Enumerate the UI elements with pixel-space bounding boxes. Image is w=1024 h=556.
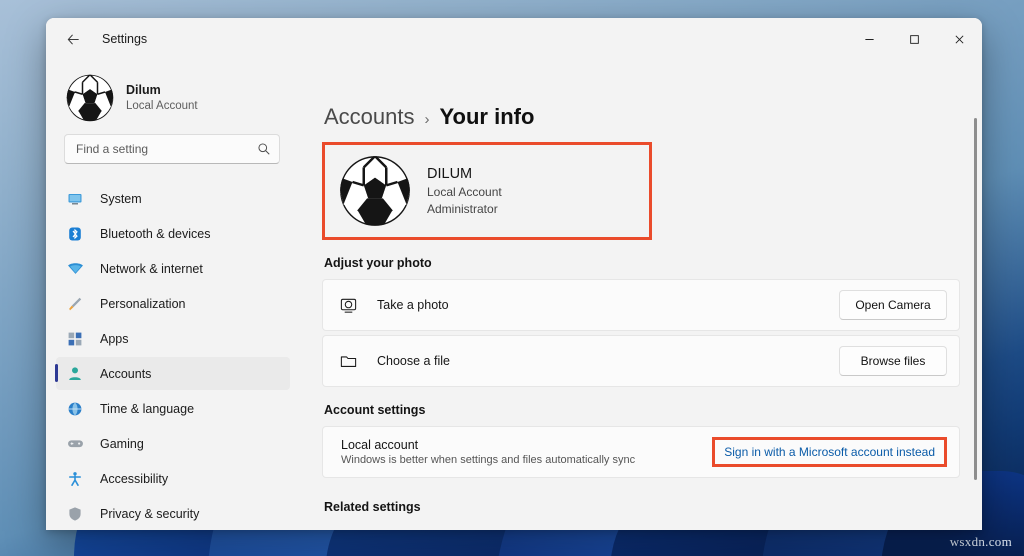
site-watermark: wsxdn.com — [949, 534, 1012, 549]
open-camera-button[interactable]: Open Camera — [839, 290, 947, 320]
folder-icon — [339, 352, 365, 371]
profile-name: Dilum — [126, 82, 161, 97]
choose-a-file-row[interactable]: Choose a file Browse files — [322, 335, 960, 387]
soccer-ball-avatar — [66, 74, 114, 122]
sidebar-item-label: Gaming — [100, 436, 144, 451]
sidebar-item-personalization[interactable]: Personalization — [56, 287, 290, 320]
sidebar-item-label: Privacy & security — [100, 506, 200, 521]
breadcrumb: Accounts › Your info — [324, 60, 982, 130]
paintbrush-icon — [64, 296, 86, 312]
person-icon — [64, 366, 86, 382]
title-bar: Settings — [46, 18, 982, 60]
bluetooth-icon — [64, 226, 86, 242]
local-account-row[interactable]: Local account Windows is better when set… — [322, 426, 960, 478]
account-identity-card: DILUM Local Account Administrator — [322, 142, 652, 240]
settings-window: Settings Dilum Local Account Find a sett… — [46, 18, 982, 530]
sidebar-item-label: Personalization — [100, 296, 186, 311]
breadcrumb-separator-icon: › — [424, 111, 430, 128]
sidebar-item-label: Time & language — [100, 401, 195, 416]
profile-subtitle: Local Account — [126, 100, 198, 113]
sidebar-item-bluetooth-devices[interactable]: Bluetooth & devices — [56, 217, 290, 250]
gamepad-icon — [64, 435, 86, 452]
shield-icon — [64, 506, 86, 522]
search-icon — [257, 142, 271, 156]
back-arrow-icon — [67, 33, 79, 45]
maximize-button[interactable] — [892, 18, 937, 60]
monitor-icon — [64, 191, 86, 207]
sign-in-microsoft-link[interactable]: Sign in with a Microsoft account instead — [718, 441, 941, 463]
row-title: Choose a file — [377, 354, 450, 368]
search-container — [46, 134, 300, 164]
globe-clock-icon — [64, 401, 86, 417]
row-title: Take a photo — [377, 298, 449, 312]
wifi-icon — [64, 260, 86, 277]
account-settings-heading: Account settings — [324, 403, 426, 417]
window-title: Settings — [102, 32, 148, 46]
sidebar-item-apps[interactable]: Apps — [56, 322, 290, 355]
minimize-button[interactable] — [847, 18, 892, 60]
camera-icon — [339, 296, 365, 315]
apps-grid-icon — [64, 331, 86, 347]
soccer-ball-avatar — [340, 156, 410, 226]
search-box[interactable] — [64, 134, 280, 164]
sidebar-item-accessibility[interactable]: Accessibility — [56, 462, 290, 495]
sidebar-item-label: Accessibility — [100, 471, 169, 486]
sidebar-item-gaming[interactable]: Gaming — [56, 427, 290, 460]
close-icon — [955, 35, 964, 43]
sidebar-item-label: Apps — [100, 331, 129, 346]
account-role: Administrator — [427, 202, 498, 217]
back-button[interactable] — [56, 24, 90, 54]
sidebar-item-time-language[interactable]: Time & language — [56, 392, 290, 425]
microsoft-signin-highlight: Sign in with a Microsoft account instead — [712, 437, 947, 467]
sidebar-item-accounts[interactable]: Accounts — [55, 357, 290, 390]
window-controls — [847, 18, 982, 60]
page-title: Your info — [439, 104, 535, 129]
adjust-photo-heading: Adjust your photo — [324, 256, 432, 270]
sidebar-item-system[interactable]: System — [56, 182, 290, 215]
sidebar-item-privacy-security[interactable]: Privacy & security — [56, 497, 290, 530]
sidebar-profile[interactable]: Dilum Local Account — [46, 60, 300, 134]
sidebar-item-label: Bluetooth & devices — [100, 226, 211, 241]
minimize-icon — [865, 38, 874, 40]
browse-files-button[interactable]: Browse files — [839, 346, 947, 376]
account-type: Local Account — [427, 185, 502, 200]
accessibility-person-icon — [64, 471, 86, 487]
local-account-title: Local account — [341, 438, 419, 452]
breadcrumb-root[interactable]: Accounts — [324, 104, 415, 130]
sidebar: Dilum Local Account Find a setting Syste… — [46, 60, 300, 530]
search-input[interactable] — [76, 142, 257, 156]
sidebar-item-label: System — [100, 191, 142, 206]
sidebar-nav: System Bluetooth & devices Network & int… — [46, 182, 300, 530]
maximize-icon — [910, 34, 919, 44]
content-area: Accounts › Your info DILUM Local Account… — [300, 60, 982, 530]
sidebar-item-label: Network & internet — [100, 261, 203, 276]
content-scrollbar[interactable] — [974, 118, 977, 480]
account-name: DILUM — [427, 165, 473, 182]
take-a-photo-row[interactable]: Take a photo Open Camera — [322, 279, 960, 331]
sidebar-item-network-internet[interactable]: Network & internet — [56, 252, 290, 285]
local-account-subtitle: Windows is better when settings and file… — [341, 454, 636, 466]
related-settings-heading: Related settings — [324, 500, 421, 514]
sidebar-item-label: Accounts — [100, 366, 152, 381]
close-button[interactable] — [937, 18, 982, 60]
